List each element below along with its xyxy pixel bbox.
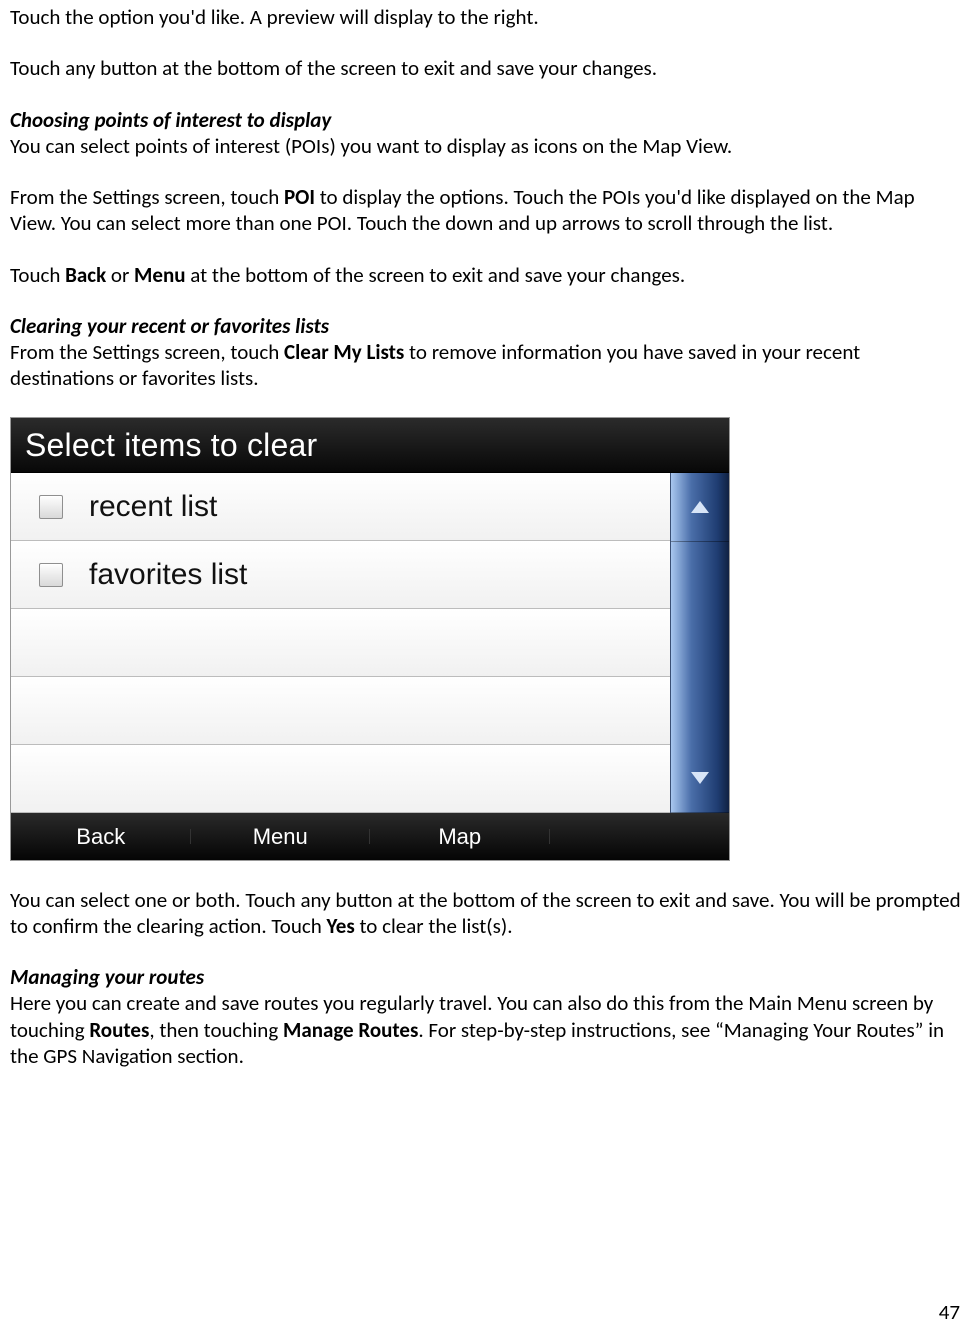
screenshot-body: recent list favorites list (11, 473, 729, 813)
map-button[interactable]: Map (370, 823, 550, 851)
text-fragment: , then touching (149, 1017, 283, 1043)
list-item-label: recent list (89, 488, 217, 526)
text-fragment: From the Settings screen, touch (10, 339, 284, 365)
bold-manage-routes: Manage Routes (283, 1017, 418, 1043)
text-fragment: at the bottom of the screen to exit and … (186, 262, 686, 288)
checkbox-icon[interactable] (39, 563, 63, 587)
section-heading-clear: Clearing your recent or favorites lists (10, 313, 964, 339)
menu-button[interactable]: Menu (191, 823, 371, 851)
paragraph: Here you can create and save routes you … (10, 990, 964, 1069)
bold-poi: POI (284, 184, 315, 210)
section-heading-poi: Choosing points of interest to display (10, 107, 964, 133)
text-fragment: From the Settings screen, touch (10, 184, 284, 210)
text-fragment: or (106, 262, 134, 288)
paragraph: Touch the option you'd like. A preview w… (10, 4, 964, 30)
paragraph: Touch any button at the bottom of the sc… (10, 55, 964, 81)
list-item-empty (11, 677, 670, 745)
chevron-down-icon (691, 772, 709, 784)
bold-back: Back (65, 262, 106, 288)
bold-menu: Menu (134, 262, 185, 288)
scroll-track (671, 542, 729, 744)
paragraph: From the Settings screen, touch POI to d… (10, 184, 964, 237)
bold-yes: Yes (327, 913, 355, 939)
page-number: 47 (939, 1299, 960, 1325)
text-fragment: Touch (10, 262, 65, 288)
paragraph: Touch Back or Menu at the bottom of the … (10, 262, 964, 288)
chevron-up-icon (691, 501, 709, 513)
list-item-empty (11, 609, 670, 677)
bold-routes: Routes (89, 1017, 149, 1043)
paragraph: You can select one or both. Touch any bu… (10, 887, 964, 940)
device-screenshot: Select items to clear recent list favori… (10, 417, 730, 861)
text-fragment: to clear the list(s). (355, 913, 513, 939)
list-item-recent[interactable]: recent list (11, 473, 670, 541)
screenshot-list: recent list favorites list (11, 473, 670, 813)
list-item-empty (11, 745, 670, 813)
list-item-label: favorites list (89, 556, 247, 594)
bold-clear-my-lists: Clear My Lists (284, 339, 404, 365)
paragraph: From the Settings screen, touch Clear My… (10, 339, 964, 392)
screenshot-title: Select items to clear (11, 418, 729, 474)
checkbox-icon[interactable] (39, 495, 63, 519)
scroll-down-button[interactable] (671, 744, 729, 813)
scroll-up-button[interactable] (671, 473, 729, 542)
list-item-favorites[interactable]: favorites list (11, 541, 670, 609)
screenshot-bottom-bar: Back Menu Map (11, 813, 729, 859)
section-heading-routes: Managing your routes (10, 964, 964, 990)
paragraph: You can select points of interest (POIs)… (10, 133, 964, 159)
scroll-sidebar (670, 473, 729, 813)
back-button[interactable]: Back (11, 823, 191, 851)
